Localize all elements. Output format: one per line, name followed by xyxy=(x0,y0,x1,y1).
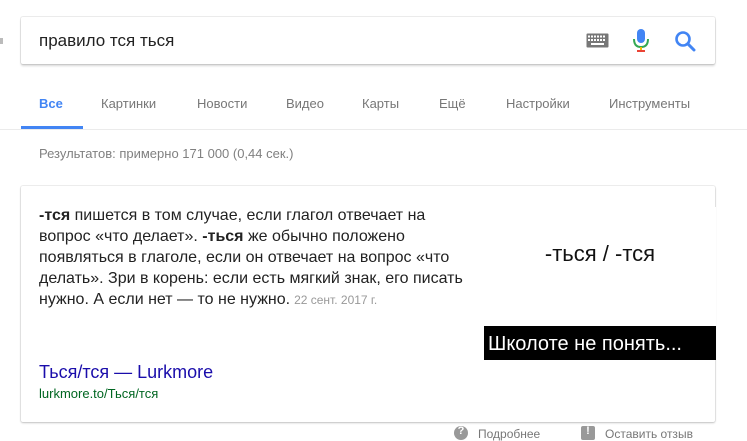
microphone-icon[interactable] xyxy=(632,29,650,53)
keyboard-icon[interactable] xyxy=(586,33,609,48)
tab-news[interactable]: Новости xyxy=(197,96,247,111)
search-icon[interactable] xyxy=(674,30,696,52)
tab-video[interactable]: Видео xyxy=(286,96,324,111)
search-box xyxy=(21,17,715,64)
tab-all[interactable]: Все xyxy=(39,96,63,111)
search-input[interactable] xyxy=(39,30,559,52)
more-info-link[interactable]: ? Подробнее xyxy=(454,425,541,441)
snippet-image[interactable]: -ться / -тся Школоте не понять... xyxy=(484,207,716,360)
tab-more[interactable]: Ещё xyxy=(439,96,466,111)
results-stats: Результатов: примерно 171 000 (0,44 сек.… xyxy=(39,146,294,161)
tab-settings[interactable]: Настройки xyxy=(506,96,570,111)
tab-images[interactable]: Картинки xyxy=(101,96,156,111)
snippet-image-caption-bottom: Школоте не понять... xyxy=(488,333,682,355)
snippet-date: 22 сент. 2017 г. xyxy=(294,293,378,307)
active-tab-indicator xyxy=(21,126,83,129)
snippet-bold-2: -ться xyxy=(202,228,244,245)
featured-snippet-text: -тся пишется в том случае, если глагол о… xyxy=(39,205,469,311)
featured-snippet-card: -тся пишется в том случае, если глагол о… xyxy=(21,186,716,422)
tab-maps[interactable]: Карты xyxy=(362,96,399,111)
search-tabs: Все Картинки Новости Видео Карты Ещё Нас… xyxy=(0,84,747,130)
snippet-image-caption-top: -ться / -тся xyxy=(544,241,656,266)
result-url: lurkmore.to/Ться/тся xyxy=(39,386,159,401)
feedback-link[interactable]: ! Оставить отзыв xyxy=(581,425,693,441)
snippet-bold-1: -тся xyxy=(39,207,71,224)
feedback-label: Оставить отзыв xyxy=(605,427,693,441)
left-edge-marker xyxy=(0,38,3,44)
tab-tools[interactable]: Инструменты xyxy=(609,96,690,111)
more-info-label: Подробнее xyxy=(478,427,541,441)
result-title-link[interactable]: Ться/тся — Lurkmore xyxy=(39,362,213,383)
